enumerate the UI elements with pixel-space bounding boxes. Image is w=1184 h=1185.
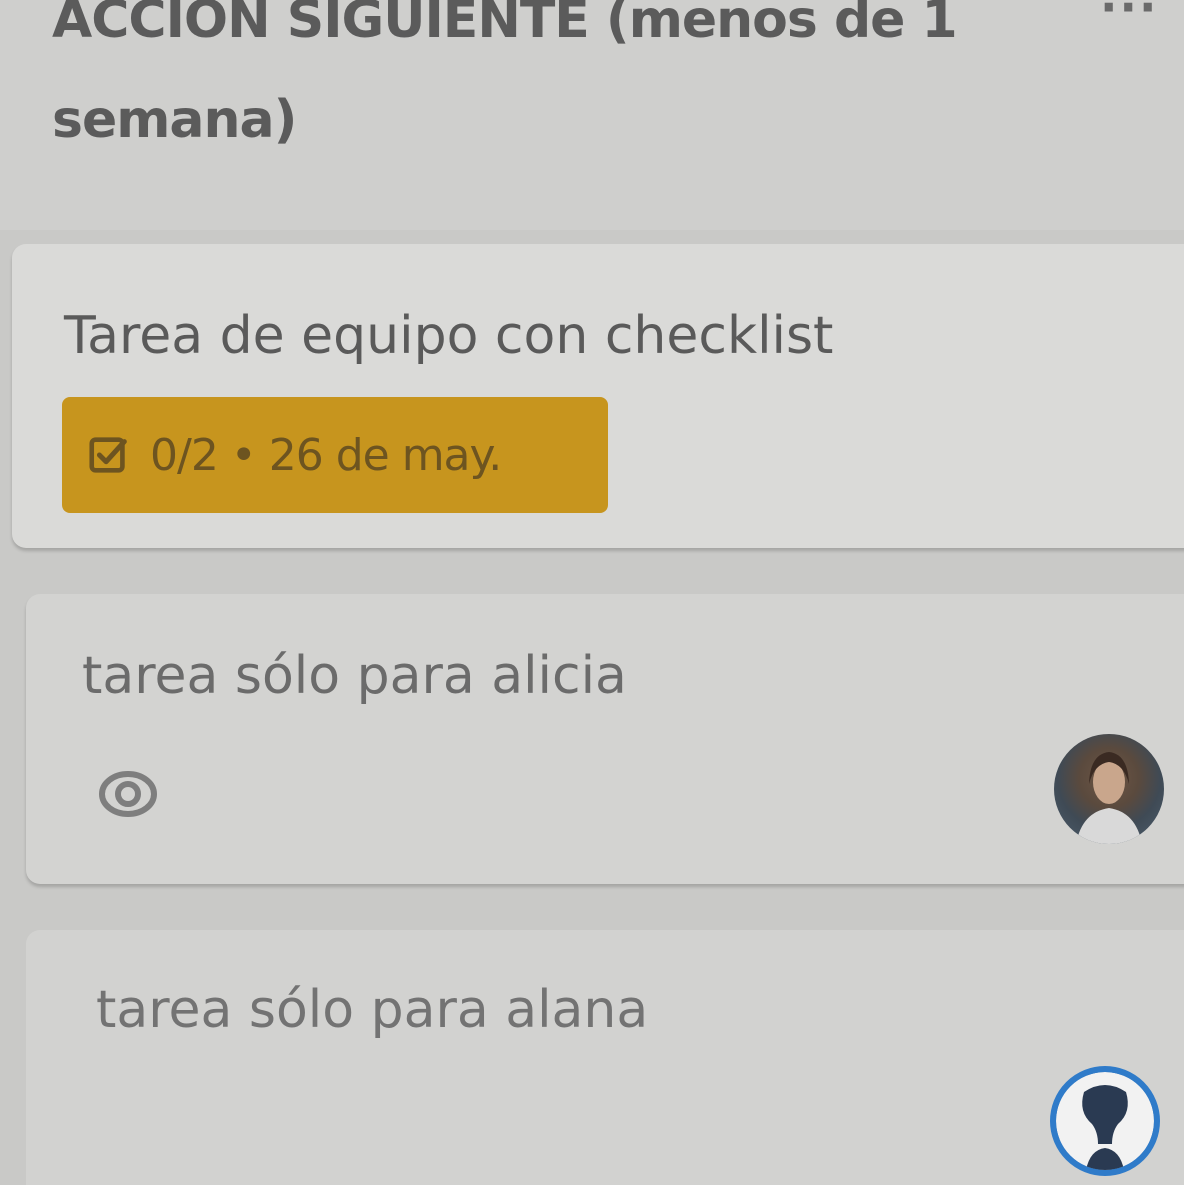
avatar[interactable]: [1050, 1066, 1160, 1176]
list-header: ACCIÓN SIGUIENTE (menos de 1 semana) ···: [0, 0, 1184, 230]
person-silhouette-icon: [1056, 1072, 1154, 1170]
list-title[interactable]: ACCIÓN SIGUIENTE (menos de 1 semana): [52, 0, 1062, 170]
card-title: tarea sólo para alana: [96, 980, 649, 1040]
person-photo-icon: [1076, 752, 1142, 844]
card-alicia-task[interactable]: tarea sólo para alicia: [26, 594, 1184, 884]
card-title: tarea sólo para alicia: [82, 646, 627, 706]
card-team-task[interactable]: Tarea de equipo con checklist 0/2 • 26 d…: [12, 244, 1184, 548]
badge-text: 0/2 • 26 de may.: [150, 429, 502, 481]
list-menu-button[interactable]: ···: [1100, 0, 1158, 30]
watch-icon: [99, 771, 157, 817]
card-title: Tarea de equipo con checklist: [64, 306, 834, 366]
checklist-due-badge[interactable]: 0/2 • 26 de may.: [62, 397, 608, 513]
avatar[interactable]: [1054, 734, 1164, 844]
checkbox-icon: [89, 437, 127, 473]
card-alana-task[interactable]: tarea sólo para alana: [26, 930, 1184, 1185]
